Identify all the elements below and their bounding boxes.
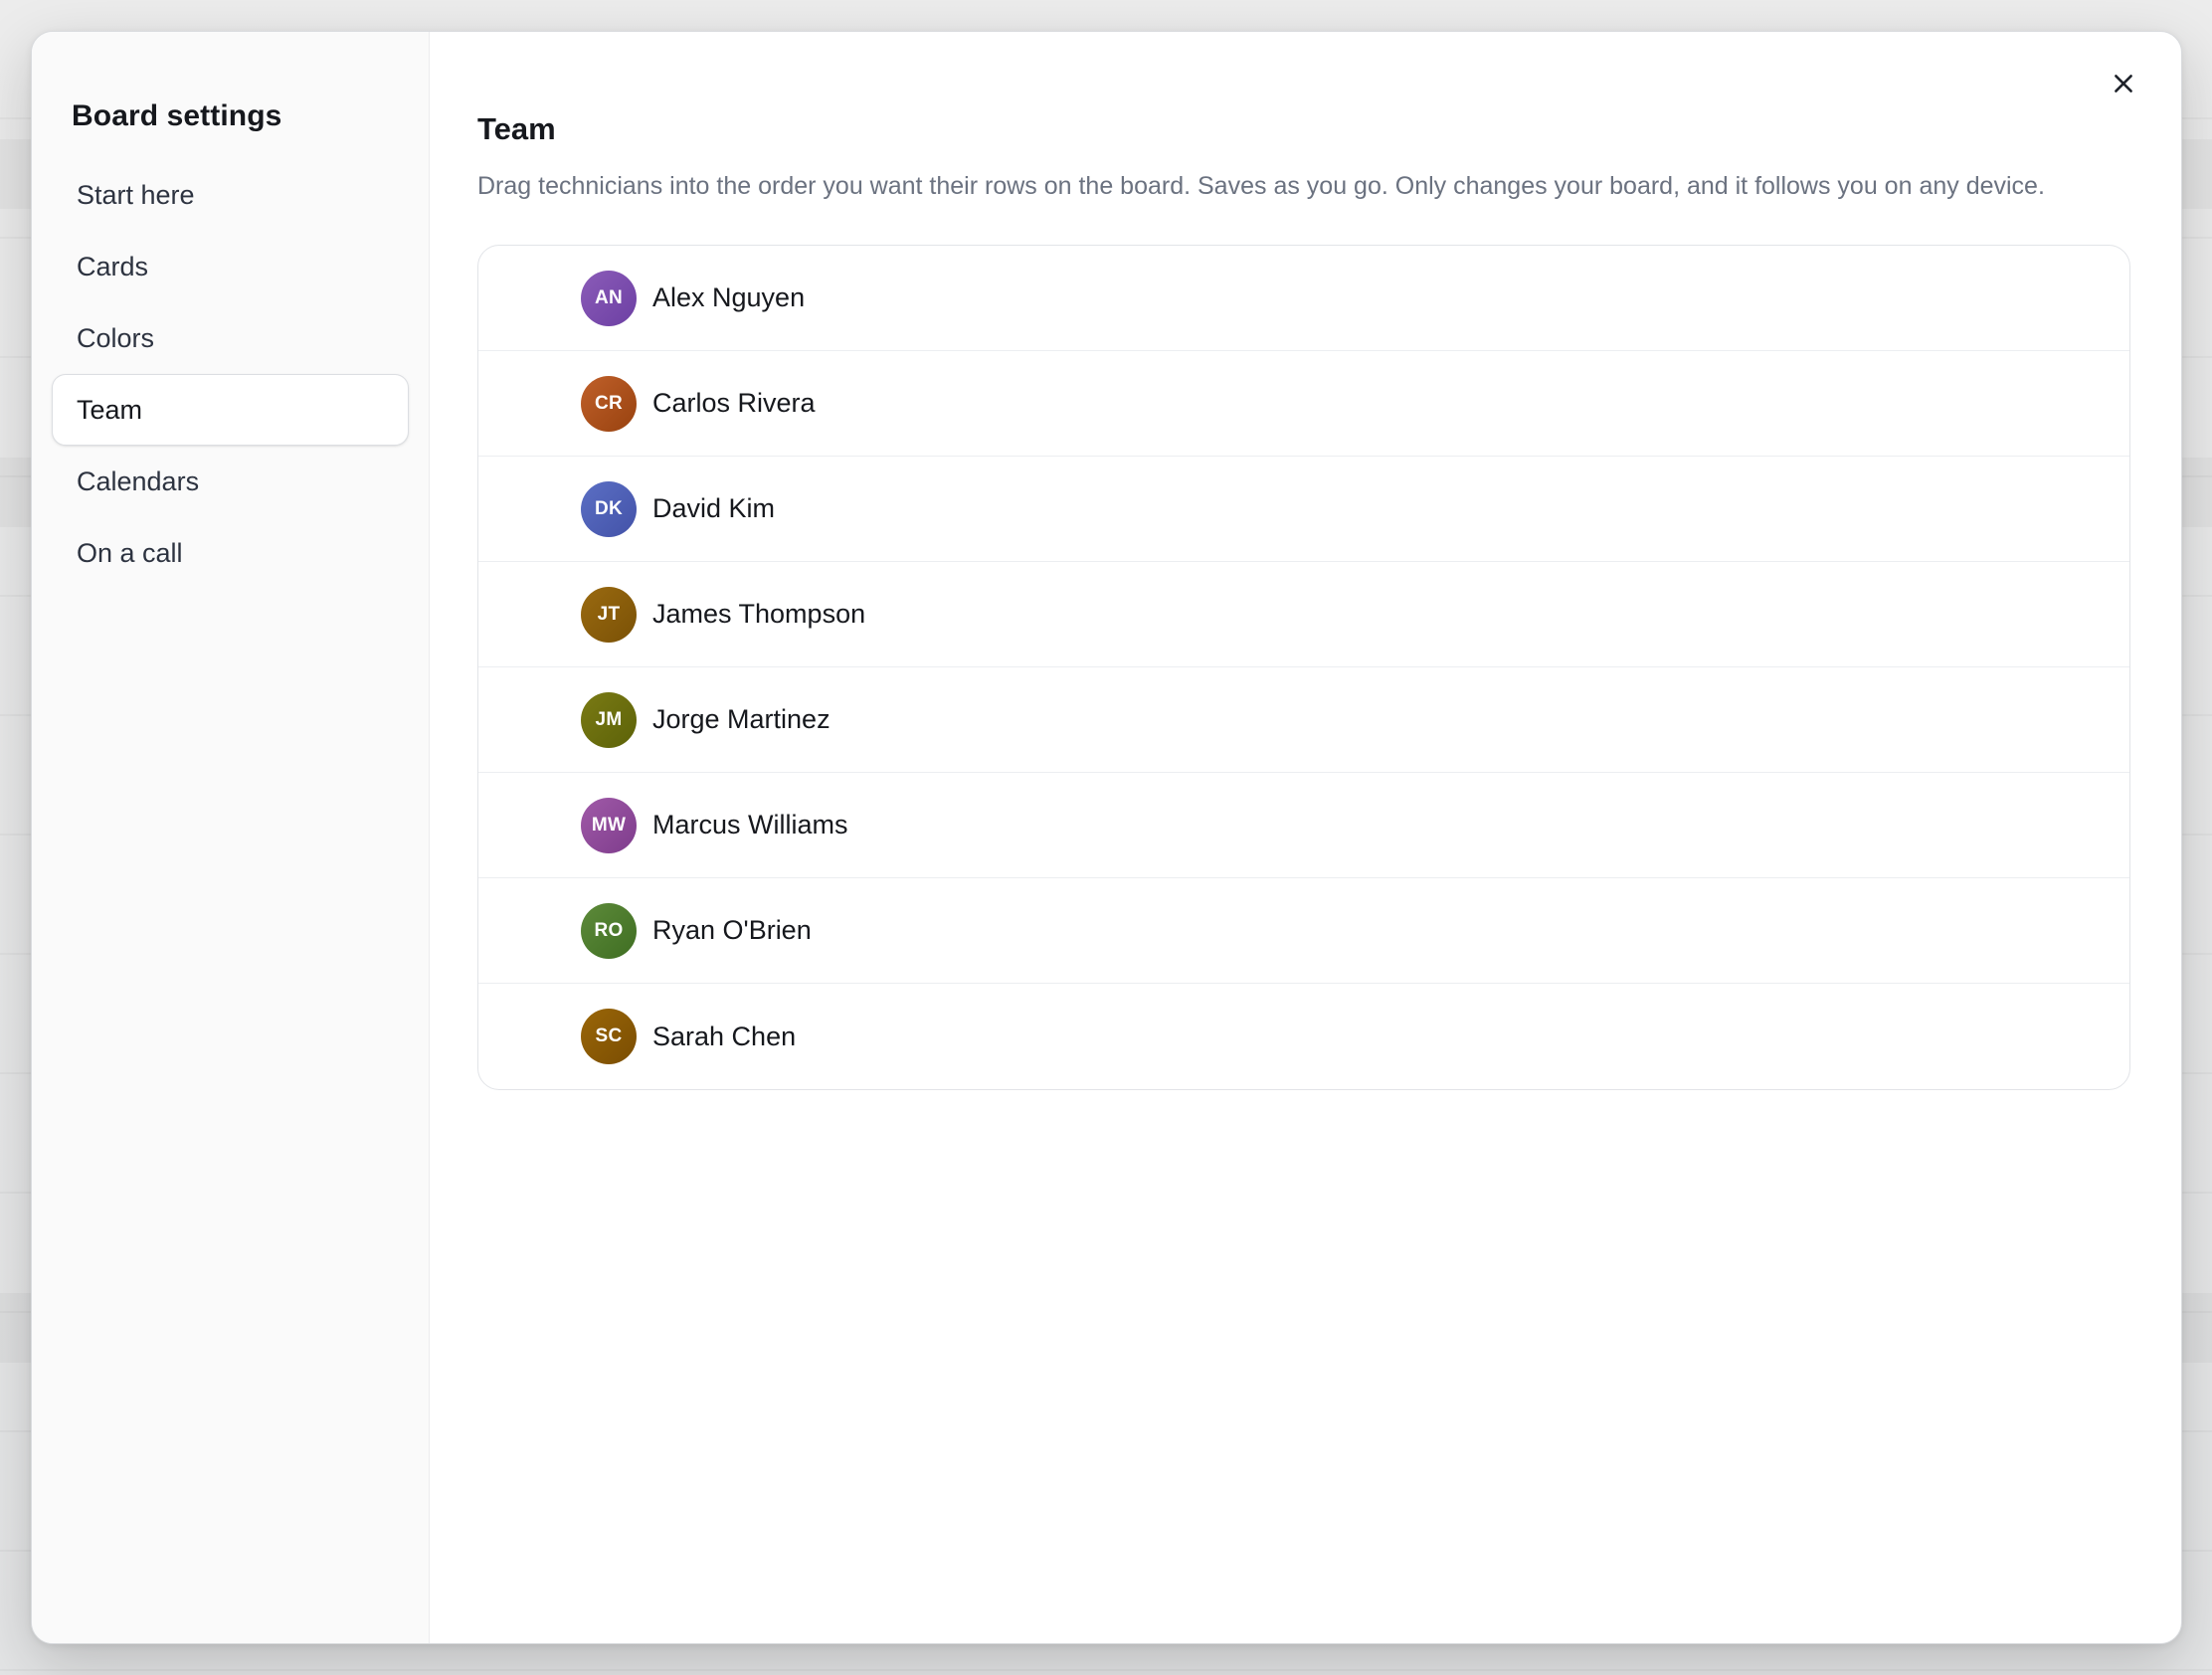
technician-row[interactable]: AN Alex Nguyen — [478, 246, 2129, 351]
settings-content: Team Drag technicians into the order you… — [430, 32, 2181, 1643]
sidebar-item-team[interactable]: Team — [52, 374, 409, 446]
close-button[interactable] — [2100, 60, 2147, 107]
technician-name: David Kim — [652, 493, 776, 523]
sidebar-item-start-here[interactable]: Start here — [56, 159, 405, 231]
technician-row[interactable]: JT James Thompson — [478, 562, 2129, 667]
sidebar-title: Board settings — [72, 99, 282, 132]
avatar: AN — [581, 270, 637, 326]
technician-name: Jorge Martinez — [652, 704, 830, 734]
avatar: SC — [581, 1009, 637, 1064]
avatar: RO — [581, 902, 637, 959]
technician-row[interactable]: JM Jorge Martinez — [478, 667, 2129, 773]
technician-name: Ryan O'Brien — [652, 915, 812, 945]
avatar: DK — [581, 480, 637, 537]
technician-name: James Thompson — [652, 599, 866, 629]
sidebar-item-colors[interactable]: Colors — [56, 302, 405, 374]
settings-sidebar: Board settings Start here Cards Colors T… — [32, 32, 430, 1643]
technician-row[interactable]: MW Marcus Williams — [478, 773, 2129, 878]
sidebar-item-calendars[interactable]: Calendars — [56, 446, 405, 517]
technician-row[interactable]: SC Sarah Chen — [478, 984, 2129, 1089]
avatar: JT — [581, 586, 637, 643]
avatar: MW — [581, 797, 637, 853]
board-settings-dialog: Board settings Start here Cards Colors T… — [31, 31, 2182, 1644]
settings-nav: Start here Cards Colors Team Calendars O… — [52, 159, 409, 589]
technician-name: Alex Nguyen — [652, 282, 806, 312]
sidebar-item-cards[interactable]: Cards — [56, 231, 405, 302]
technician-list: AN Alex Nguyen CR Carlos Rivera DK David Kim J… — [477, 245, 2130, 1090]
sidebar-item-on-a-call[interactable]: On a call — [56, 517, 405, 589]
technician-row[interactable]: RO Ryan O'Brien — [478, 878, 2129, 984]
avatar: CR — [581, 375, 637, 432]
technician-name: Sarah Chen — [652, 1021, 797, 1051]
technician-row[interactable]: DK David Kim — [478, 457, 2129, 562]
avatar: JM — [581, 691, 637, 748]
technician-name: Marcus Williams — [652, 810, 848, 839]
page-description: Drag technicians into the order you want… — [477, 172, 2045, 200]
technician-row[interactable]: CR Carlos Rivera — [478, 351, 2129, 457]
page-title: Team — [477, 111, 556, 146]
technician-name: Carlos Rivera — [652, 388, 816, 418]
close-icon — [2115, 75, 2132, 93]
